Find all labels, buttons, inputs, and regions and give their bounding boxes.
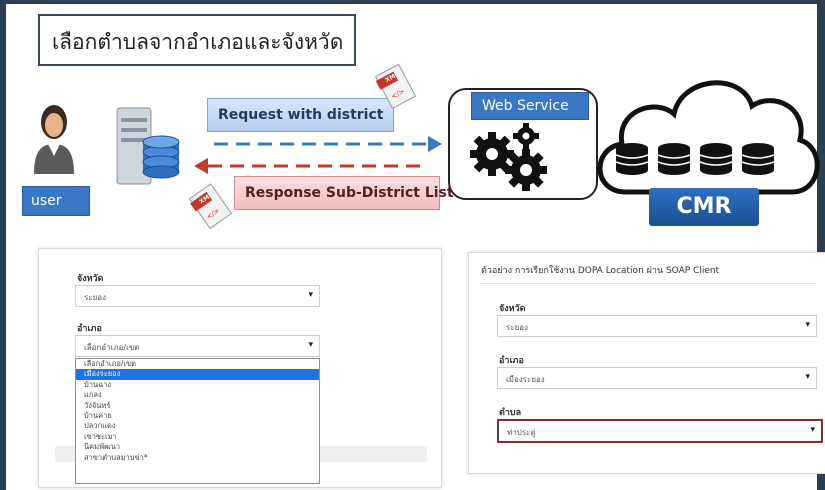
subdistrict-label: ตำบล bbox=[499, 408, 522, 418]
dropdown-option[interactable]: แกลง bbox=[76, 390, 319, 400]
dropdown-option[interactable]: บ้านค่าย bbox=[76, 411, 319, 421]
subdistrict-form-panel: ตัวอย่าง การเรียกใช้งาน DOPA Location ผ่… bbox=[468, 252, 825, 474]
dropdown-option[interactable]: เลือกอำเภอ/เขต bbox=[76, 359, 319, 369]
dropdown-option[interactable]: ปลวกแดง bbox=[76, 421, 319, 431]
chevron-down-icon: ▾ bbox=[805, 372, 810, 382]
dropdown-option[interactable]: วังจันทร์ bbox=[76, 401, 319, 411]
province-select[interactable]: ระยอง ▾ bbox=[75, 285, 320, 307]
panel-title: ตัวอย่าง การเรียกใช้งาน DOPA Location ผ่… bbox=[481, 266, 720, 276]
user-icon bbox=[34, 105, 74, 174]
dropdown-option[interactable]: บ้านฉาง bbox=[76, 380, 319, 390]
server-database-icon bbox=[116, 107, 180, 185]
web-service-label: Web Service bbox=[471, 92, 589, 120]
request-label: Request with district bbox=[207, 98, 394, 132]
district-label: อำเภอ bbox=[77, 324, 102, 334]
divider bbox=[479, 283, 817, 284]
gears-icon bbox=[470, 123, 547, 191]
district-select[interactable]: เลือกอำเภอ/เขต ▾ bbox=[75, 335, 320, 357]
district-dropdown-list: เลือกอำเภอ/เขต เมืองระยอง บ้านฉาง แกลง ว… bbox=[75, 358, 320, 484]
province-label: จังหวัด bbox=[77, 274, 104, 284]
province-label: จังหวัด bbox=[499, 304, 526, 314]
user-badge: user bbox=[22, 186, 90, 216]
slide: เลือกตำบลจากอำเภอและจังหวัด user Request… bbox=[0, 0, 825, 490]
province-select-value: ระยอง bbox=[84, 293, 106, 302]
district-label: อำเภอ bbox=[499, 356, 524, 366]
district-select[interactable]: เมืองระยอง ▾ bbox=[497, 367, 817, 389]
chevron-down-icon: ▾ bbox=[308, 340, 313, 350]
xml-document-icon: XML </> bbox=[374, 64, 420, 114]
cmr-label: CMR bbox=[649, 188, 759, 226]
district-select-value: เมืองระยอง bbox=[506, 375, 545, 384]
district-form-panel: จังหวัด ระยอง ▾ อำเภอ เลือกอำเภอ/เขต ▾ เ… bbox=[38, 248, 442, 488]
subdistrict-select-value: ท่าประดู่ bbox=[507, 428, 536, 437]
dropdown-option-highlighted[interactable]: เมืองระยอง bbox=[76, 369, 319, 380]
chevron-down-icon: ▾ bbox=[805, 320, 810, 330]
dropdown-option[interactable]: นิคมพัฒนา bbox=[76, 442, 319, 452]
subdistrict-select[interactable]: ท่าประดู่ ▾ bbox=[497, 419, 823, 443]
district-select-value: เลือกอำเภอ/เขต bbox=[84, 343, 140, 352]
chevron-down-icon: ▾ bbox=[810, 425, 815, 435]
request-response-arrows bbox=[194, 136, 442, 174]
xml-document-icon: XML </> bbox=[186, 182, 236, 232]
province-select-value: ระยอง bbox=[506, 323, 528, 332]
dropdown-option[interactable]: เขาชะเมา bbox=[76, 432, 319, 442]
chevron-down-icon: ▾ bbox=[308, 290, 313, 300]
page-title: เลือกตำบลจากอำเภอและจังหวัด bbox=[38, 14, 356, 66]
dropdown-option[interactable]: สาขาตำบลมาบข่า* bbox=[76, 453, 319, 463]
response-label: Response Sub-District List bbox=[234, 176, 454, 210]
province-select[interactable]: ระยอง ▾ bbox=[497, 315, 817, 337]
